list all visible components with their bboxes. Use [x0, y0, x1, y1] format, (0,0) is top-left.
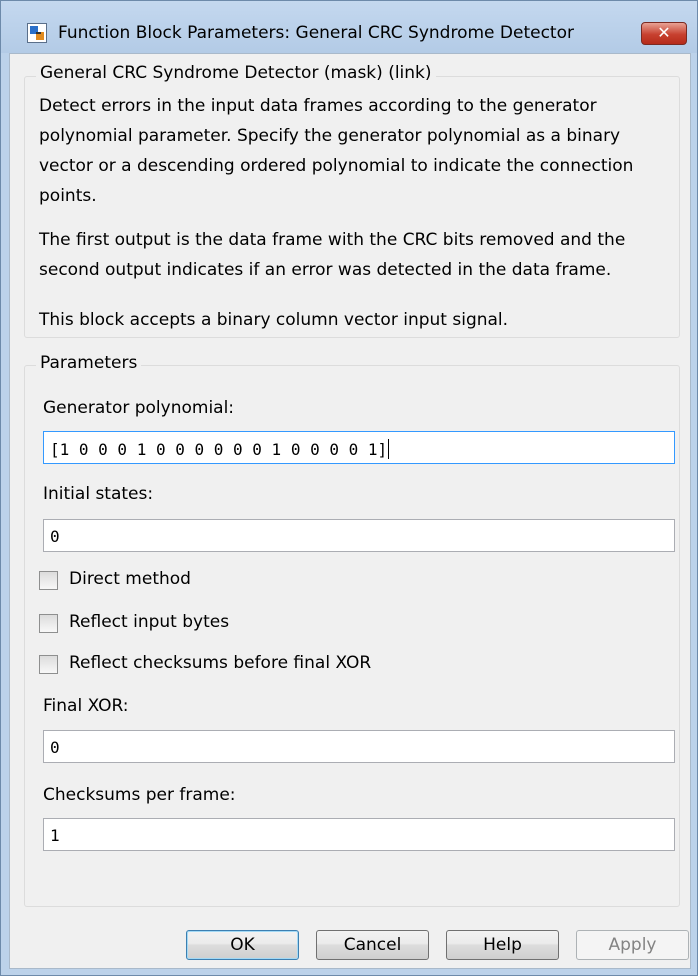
text-caret: [388, 439, 390, 459]
description-line: points.: [39, 186, 97, 206]
initial-states-input[interactable]: 0: [43, 519, 675, 552]
description-line: Detect errors in the input data frames a…: [39, 96, 597, 116]
parameters-group-legend: Parameters: [36, 353, 142, 373]
simulink-block-icon: [27, 23, 47, 43]
direct-method-checkbox[interactable]: [39, 571, 58, 590]
apply-button[interactable]: Apply: [576, 930, 689, 960]
direct-method-label[interactable]: Direct method: [69, 569, 191, 589]
description-group-legend: General CRC Syndrome Detector (mask) (li…: [36, 63, 436, 83]
initial-states-value: 0: [50, 527, 60, 546]
checksums-per-frame-input[interactable]: 1: [43, 818, 675, 851]
help-button[interactable]: Help: [446, 930, 559, 960]
description-paragraph-1: Detect errors in the input data frames a…: [39, 91, 679, 211]
generator-polynomial-value: [1 0 0 0 1 0 0 0 0 0 0 1 0 0 0 0 1]: [50, 440, 388, 459]
close-icon: ✕: [657, 23, 671, 42]
reflect-input-bytes-checkbox[interactable]: [39, 614, 58, 633]
initial-states-label: Initial states:: [43, 484, 154, 504]
checksums-per-frame-value: 1: [50, 826, 60, 845]
cancel-button[interactable]: Cancel: [316, 930, 429, 960]
close-button[interactable]: ✕: [641, 22, 687, 45]
description-paragraph-2: The first output is the data frame with …: [39, 225, 679, 285]
checksums-per-frame-label: Checksums per frame:: [43, 785, 236, 805]
description-line: second output indicates if an error was …: [39, 260, 612, 280]
description-paragraph-3: This block accepts a binary column vecto…: [39, 310, 509, 330]
final-xor-label: Final XOR:: [43, 696, 129, 716]
generator-polynomial-label: Generator polynomial:: [43, 398, 235, 418]
reflect-checksums-checkbox[interactable]: [39, 655, 58, 674]
reflect-checksums-label[interactable]: Reflect checksums before final XOR: [69, 653, 371, 673]
description-line: The first output is the data frame with …: [39, 230, 626, 250]
window-title: Function Block Parameters: General CRC S…: [58, 23, 574, 43]
dialog-window: Function Block Parameters: General CRC S…: [0, 0, 698, 976]
description-line: polynomial parameter. Specify the genera…: [39, 126, 621, 146]
final-xor-value: 0: [50, 738, 60, 757]
final-xor-input[interactable]: 0: [43, 730, 675, 763]
title-bar[interactable]: Function Block Parameters: General CRC S…: [1, 1, 697, 53]
ok-button[interactable]: OK: [186, 930, 299, 960]
description-line: vector or a descending ordered polynomia…: [39, 156, 634, 176]
reflect-input-bytes-label[interactable]: Reflect input bytes: [69, 612, 229, 632]
generator-polynomial-input[interactable]: [1 0 0 0 1 0 0 0 0 0 0 1 0 0 0 0 1]: [43, 431, 675, 464]
